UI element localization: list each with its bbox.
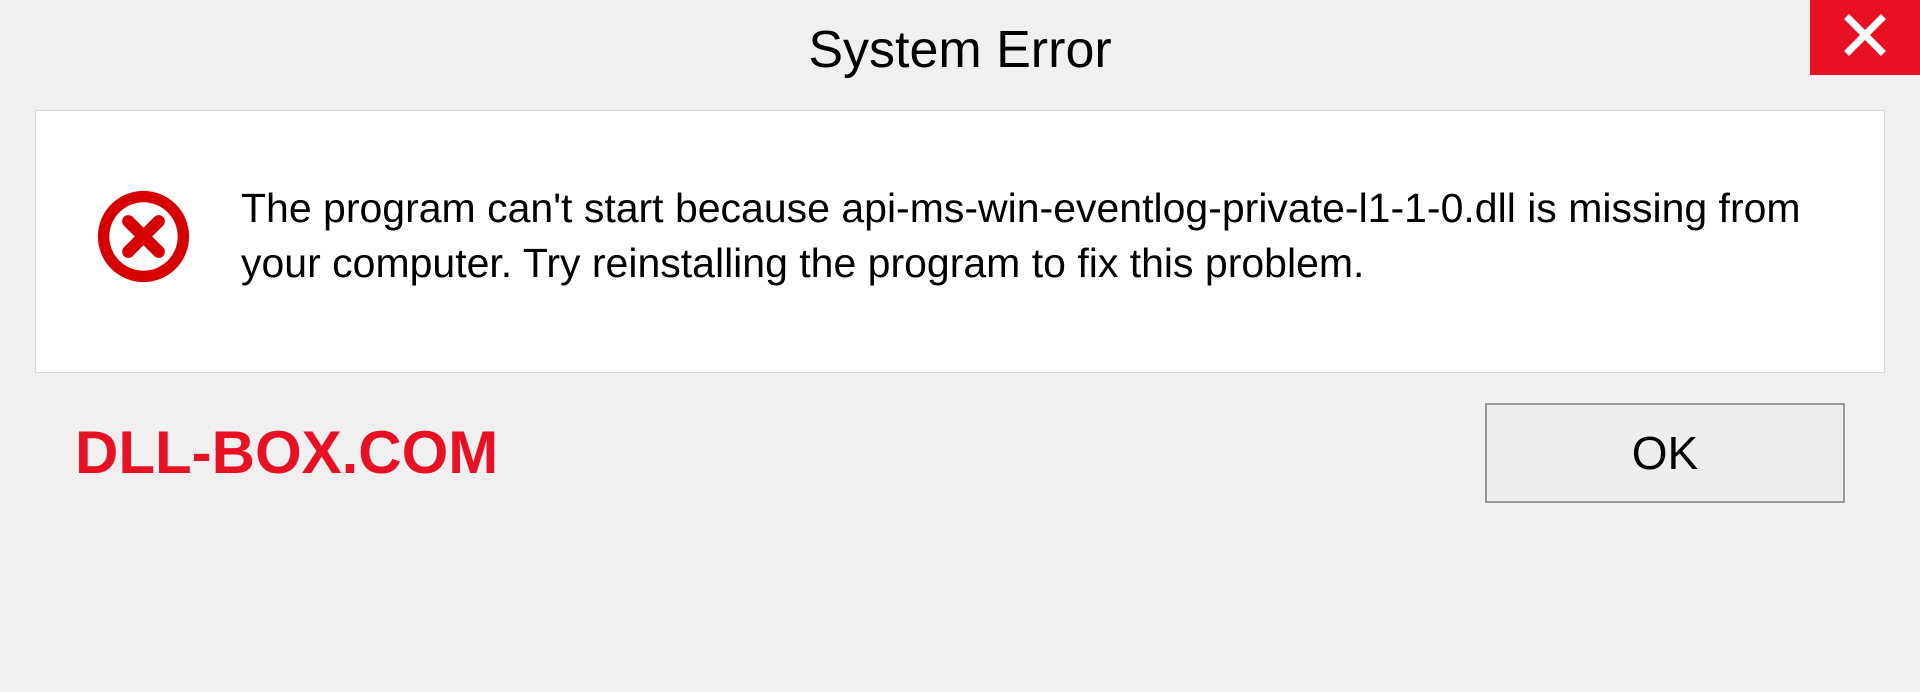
close-button[interactable]	[1810, 0, 1920, 75]
close-icon	[1841, 11, 1889, 64]
content-panel: The program can't start because api-ms-w…	[35, 110, 1885, 373]
dialog-title: System Error	[808, 20, 1111, 80]
error-icon	[96, 189, 191, 284]
title-bar: System Error	[0, 0, 1920, 100]
ok-button[interactable]: OK	[1485, 403, 1845, 503]
watermark-text: DLL-BOX.COM	[75, 418, 498, 487]
error-message: The program can't start because api-ms-w…	[241, 181, 1824, 292]
footer: DLL-BOX.COM OK	[0, 373, 1920, 533]
